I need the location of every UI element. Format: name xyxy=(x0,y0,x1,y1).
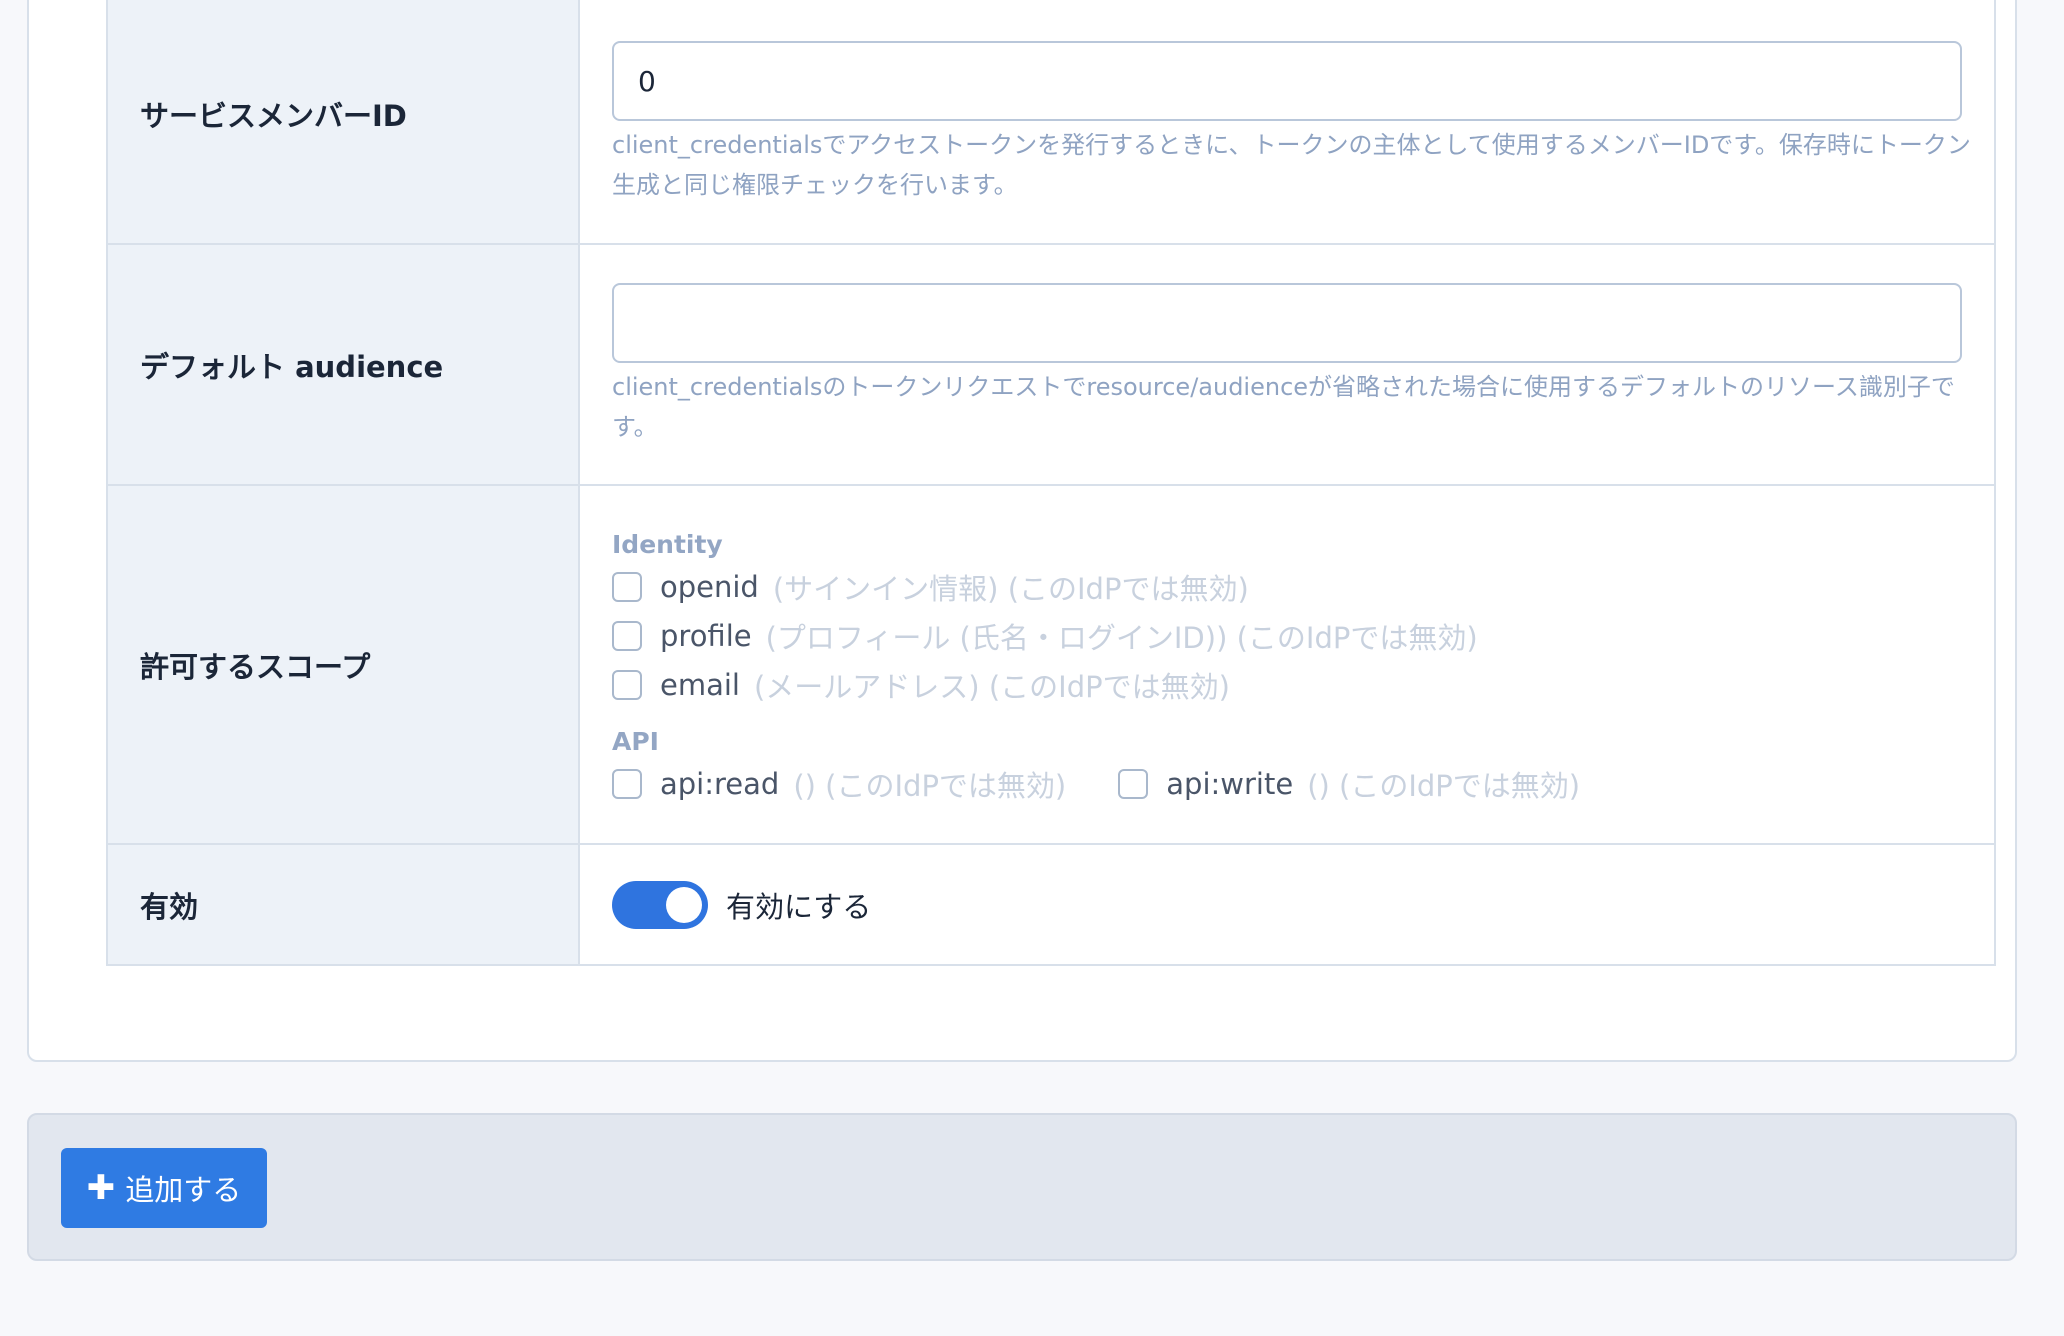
scope-profile-checkbox[interactable] xyxy=(612,621,642,651)
form-footer: ✚ 追加する xyxy=(27,1113,2017,1261)
scope-email-desc: (メールアドレス) (このIdPでは無効) xyxy=(753,670,1230,704)
scope-profile-desc: (プロフィール (氏名・ログインID)) (このIdPでは無効) xyxy=(765,621,1478,655)
scope-api-read-desc: () (このIdPでは無効) xyxy=(793,769,1067,803)
scope-email[interactable]: email (メールアドレス) (このIdPでは無効) xyxy=(612,664,1230,706)
service-member-label: サービスメンバーID xyxy=(106,0,580,245)
scope-group-api-title: API xyxy=(612,726,659,756)
default-audience-help: client_credentialsのトークンリクエストでresource/au… xyxy=(612,372,1955,441)
form-card: サービスメンバーID client_credentialsでアクセストークンを発… xyxy=(27,0,2017,1062)
enabled-toggle-label: 有効にする xyxy=(726,889,872,924)
row-service-member: サービスメンバーID client_credentialsでアクセストークンを発… xyxy=(106,0,1996,245)
scope-api-write-desc: () (このIdPでは無効) xyxy=(1307,769,1581,803)
scope-api-read[interactable]: api:read () (このIdPでは無効) xyxy=(612,763,1066,805)
row-default-audience: デフォルト audience client_credentialsのトークンリク… xyxy=(106,243,1996,486)
allowed-scopes-label: 許可するスコープ xyxy=(106,484,580,845)
row-enabled: 有効 有効にする xyxy=(106,843,1996,966)
scope-api-write[interactable]: api:write () (このIdPでは無効) xyxy=(1118,763,1580,805)
default-audience-label: デフォルト audience xyxy=(106,243,580,486)
scope-openid[interactable]: openid (サインイン情報) (このIdPでは無効) xyxy=(612,566,1249,608)
service-member-id-input[interactable] xyxy=(612,41,1962,121)
settings-table: サービスメンバーID client_credentialsでアクセストークンを発… xyxy=(106,0,1996,966)
add-button[interactable]: ✚ 追加する xyxy=(61,1148,267,1228)
scope-email-checkbox[interactable] xyxy=(612,670,642,700)
enabled-label: 有効 xyxy=(106,843,580,966)
enabled-toggle-wrap[interactable]: 有効にする xyxy=(612,880,1962,929)
scope-openid-checkbox[interactable] xyxy=(612,572,642,602)
service-member-help: client_credentialsでアクセストークンを発行するときに、トークン… xyxy=(612,131,1971,199)
scope-api-read-checkbox[interactable] xyxy=(612,769,642,799)
scope-api-write-checkbox[interactable] xyxy=(1118,769,1149,799)
scope-api-read-name: api:read xyxy=(660,767,780,801)
scope-openid-name: openid xyxy=(660,570,759,604)
plus-icon: ✚ xyxy=(86,1168,116,1208)
enabled-toggle-switch[interactable] xyxy=(612,880,708,929)
toggle-knob xyxy=(666,886,702,923)
row-allowed-scopes: 許可するスコープ Identity openid (サインイン情報) (このId… xyxy=(106,484,1996,845)
default-audience-input[interactable] xyxy=(612,282,1962,363)
scope-api-write-name: api:write xyxy=(1166,767,1294,801)
scope-profile[interactable]: profile (プロフィール (氏名・ログインID)) (このIdPでは無効) xyxy=(612,615,1478,657)
scope-email-name: email xyxy=(660,668,740,702)
scope-group-identity-title: Identity xyxy=(612,529,723,559)
scope-openid-desc: (サインイン情報) (このIdPでは無効) xyxy=(772,572,1249,606)
scope-profile-name: profile xyxy=(660,619,752,653)
add-button-label: 追加する xyxy=(125,1173,242,1207)
